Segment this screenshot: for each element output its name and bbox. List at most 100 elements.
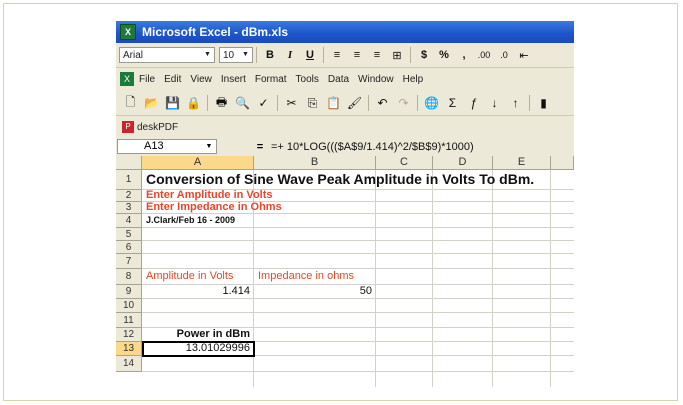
print-preview-icon[interactable]: 🔍	[232, 94, 253, 112]
cell-a9[interactable]: 1.414	[142, 285, 250, 297]
worksheet-grid[interactable]: A B C D E 1 2 3 4 5 6 7 8 9 10 11 12 13 …	[116, 156, 574, 387]
new-document-icon[interactable]: 🗋	[120, 94, 141, 112]
merge-center-icon[interactable]: ⊞	[387, 46, 407, 64]
row-header-11[interactable]: 11	[116, 313, 142, 328]
font-name-select[interactable]: Arial ▼	[119, 47, 215, 63]
underline-button[interactable]: U	[300, 46, 320, 64]
row-header-10[interactable]: 10	[116, 299, 142, 313]
percent-button[interactable]: %	[434, 46, 454, 64]
standard-toolbar: 🗋 📂 💾 🔒 🖶 🔍 ✓ ✂ ⎘ 📋 🖌 ↶ ↷ 🌐 Σ ƒ ↓ ↑ ▮	[116, 91, 574, 116]
cell-a2[interactable]: Enter Amplitude in Volts	[146, 189, 273, 201]
cell-a3[interactable]: Enter Impedance in Ohms	[146, 201, 282, 213]
column-header-f[interactable]	[551, 156, 574, 170]
pdf-icon: P	[122, 121, 134, 133]
menu-data[interactable]: Data	[328, 74, 349, 85]
cell-a8[interactable]: Amplitude in Volts	[146, 270, 233, 282]
align-left-icon[interactable]: ≡	[327, 46, 347, 64]
gridline	[142, 298, 574, 299]
spelling-icon[interactable]: ✓	[253, 94, 274, 112]
workbook-icon: X	[120, 72, 134, 86]
copy-icon[interactable]: ⎘	[302, 94, 323, 112]
chart-wizard-icon[interactable]: ▮	[533, 94, 554, 112]
function-icon[interactable]: ƒ	[463, 94, 484, 112]
row-header-7[interactable]: 7	[116, 254, 142, 269]
row-header-14[interactable]: 14	[116, 356, 142, 372]
currency-button[interactable]: $	[414, 46, 434, 64]
hyperlink-icon[interactable]: 🌐	[421, 94, 442, 112]
autosum-icon[interactable]: Σ	[442, 94, 463, 112]
menu-file[interactable]: File	[139, 74, 155, 85]
bold-button[interactable]: B	[260, 46, 280, 64]
formula-input[interactable]: =+ 10*LOG((($A$9/1.414)^2/$B$9)*1000)	[271, 141, 474, 153]
cell-a13[interactable]: 13.01029996	[142, 342, 250, 354]
comma-button[interactable]: ,	[454, 46, 474, 64]
menu-bar: X File Edit View Insert Format Tools Dat…	[116, 68, 574, 90]
format-painter-icon[interactable]: 🖌	[344, 94, 365, 112]
row-header-13[interactable]: 13	[116, 342, 142, 356]
column-header-b[interactable]: B	[254, 156, 376, 170]
column-header-e[interactable]: E	[493, 156, 551, 170]
toolbar-divider	[256, 47, 257, 63]
gridline	[142, 312, 574, 313]
name-box[interactable]: A13 ▼	[117, 139, 217, 154]
undo-icon[interactable]: ↶	[372, 94, 393, 112]
row-header-2[interactable]: 2	[116, 190, 142, 202]
row-header-1[interactable]: 1	[116, 170, 142, 190]
sort-ascending-icon[interactable]: ↓	[484, 94, 505, 112]
column-header-d[interactable]: D	[433, 156, 493, 170]
italic-button[interactable]: I	[280, 46, 300, 64]
font-size-select[interactable]: 10 ▼	[219, 47, 253, 63]
row-header-8[interactable]: 8	[116, 269, 142, 285]
row-header-6[interactable]: 6	[116, 241, 142, 254]
align-right-icon[interactable]: ≡	[367, 46, 387, 64]
toolbar-divider	[277, 95, 278, 111]
open-folder-icon[interactable]: 📂	[141, 94, 162, 112]
select-all-corner[interactable]	[116, 156, 142, 170]
sort-descending-icon[interactable]: ↑	[505, 94, 526, 112]
gridline	[142, 227, 574, 228]
toolbar-divider	[529, 95, 530, 111]
paste-icon[interactable]: 📋	[323, 94, 344, 112]
row-header-5[interactable]: 5	[116, 228, 142, 241]
decrease-indent-button[interactable]: ⇤	[514, 46, 534, 64]
deskpdf-button[interactable]: deskPDF	[137, 122, 178, 133]
decrease-decimal-button[interactable]: .0	[494, 46, 514, 64]
menu-help[interactable]: Help	[403, 74, 424, 85]
column-header-a[interactable]: A	[142, 156, 254, 170]
deskpdf-toolbar: P deskPDF	[116, 116, 574, 138]
chevron-down-icon: ▼	[204, 51, 211, 58]
menu-view[interactable]: View	[190, 74, 212, 85]
cell-a12[interactable]: Power in dBm	[142, 328, 250, 340]
increase-decimal-button[interactable]: .00	[474, 46, 494, 64]
permission-icon[interactable]: 🔒	[183, 94, 204, 112]
excel-window: X Microsoft Excel - dBm.xls Arial ▼ 10 ▼…	[116, 21, 574, 387]
cell-b8[interactable]: Impedance in ohms	[258, 270, 354, 282]
redo-icon[interactable]: ↷	[393, 94, 414, 112]
row-header-9[interactable]: 9	[116, 285, 142, 299]
row-header-3[interactable]: 3	[116, 202, 142, 214]
align-center-icon[interactable]: ≡	[347, 46, 367, 64]
cell-a1[interactable]: Conversion of Sine Wave Peak Amplitude i…	[146, 171, 534, 187]
row-header-12[interactable]: 12	[116, 328, 142, 342]
formatting-toolbar: Arial ▼ 10 ▼ B I U ≡ ≡ ≡ ⊞ $ % , .00 .0 …	[116, 43, 574, 68]
menu-format[interactable]: Format	[255, 74, 287, 85]
menu-window[interactable]: Window	[358, 74, 394, 85]
save-icon[interactable]: 💾	[162, 94, 183, 112]
cut-icon[interactable]: ✂	[281, 94, 302, 112]
formula-bar: A13 ▼ = =+ 10*LOG((($A$9/1.414)^2/$B$9)*…	[116, 138, 574, 155]
menu-edit[interactable]: Edit	[164, 74, 181, 85]
window-title: Microsoft Excel - dBm.xls	[142, 25, 289, 39]
excel-icon: X	[120, 24, 136, 40]
column-header-c[interactable]: C	[376, 156, 433, 170]
gridline	[142, 213, 574, 214]
toolbar-divider	[368, 95, 369, 111]
menu-insert[interactable]: Insert	[221, 74, 246, 85]
formula-equals-icon: =	[256, 140, 264, 153]
menu-tools[interactable]: Tools	[296, 74, 319, 85]
gridline	[142, 268, 574, 269]
print-icon[interactable]: 🖶	[211, 94, 232, 112]
cell-a4[interactable]: J.Clark/Feb 16 - 2009	[146, 215, 235, 225]
row-header-4[interactable]: 4	[116, 214, 142, 228]
toolbar-divider	[323, 47, 324, 63]
cell-b9[interactable]: 50	[254, 285, 372, 297]
